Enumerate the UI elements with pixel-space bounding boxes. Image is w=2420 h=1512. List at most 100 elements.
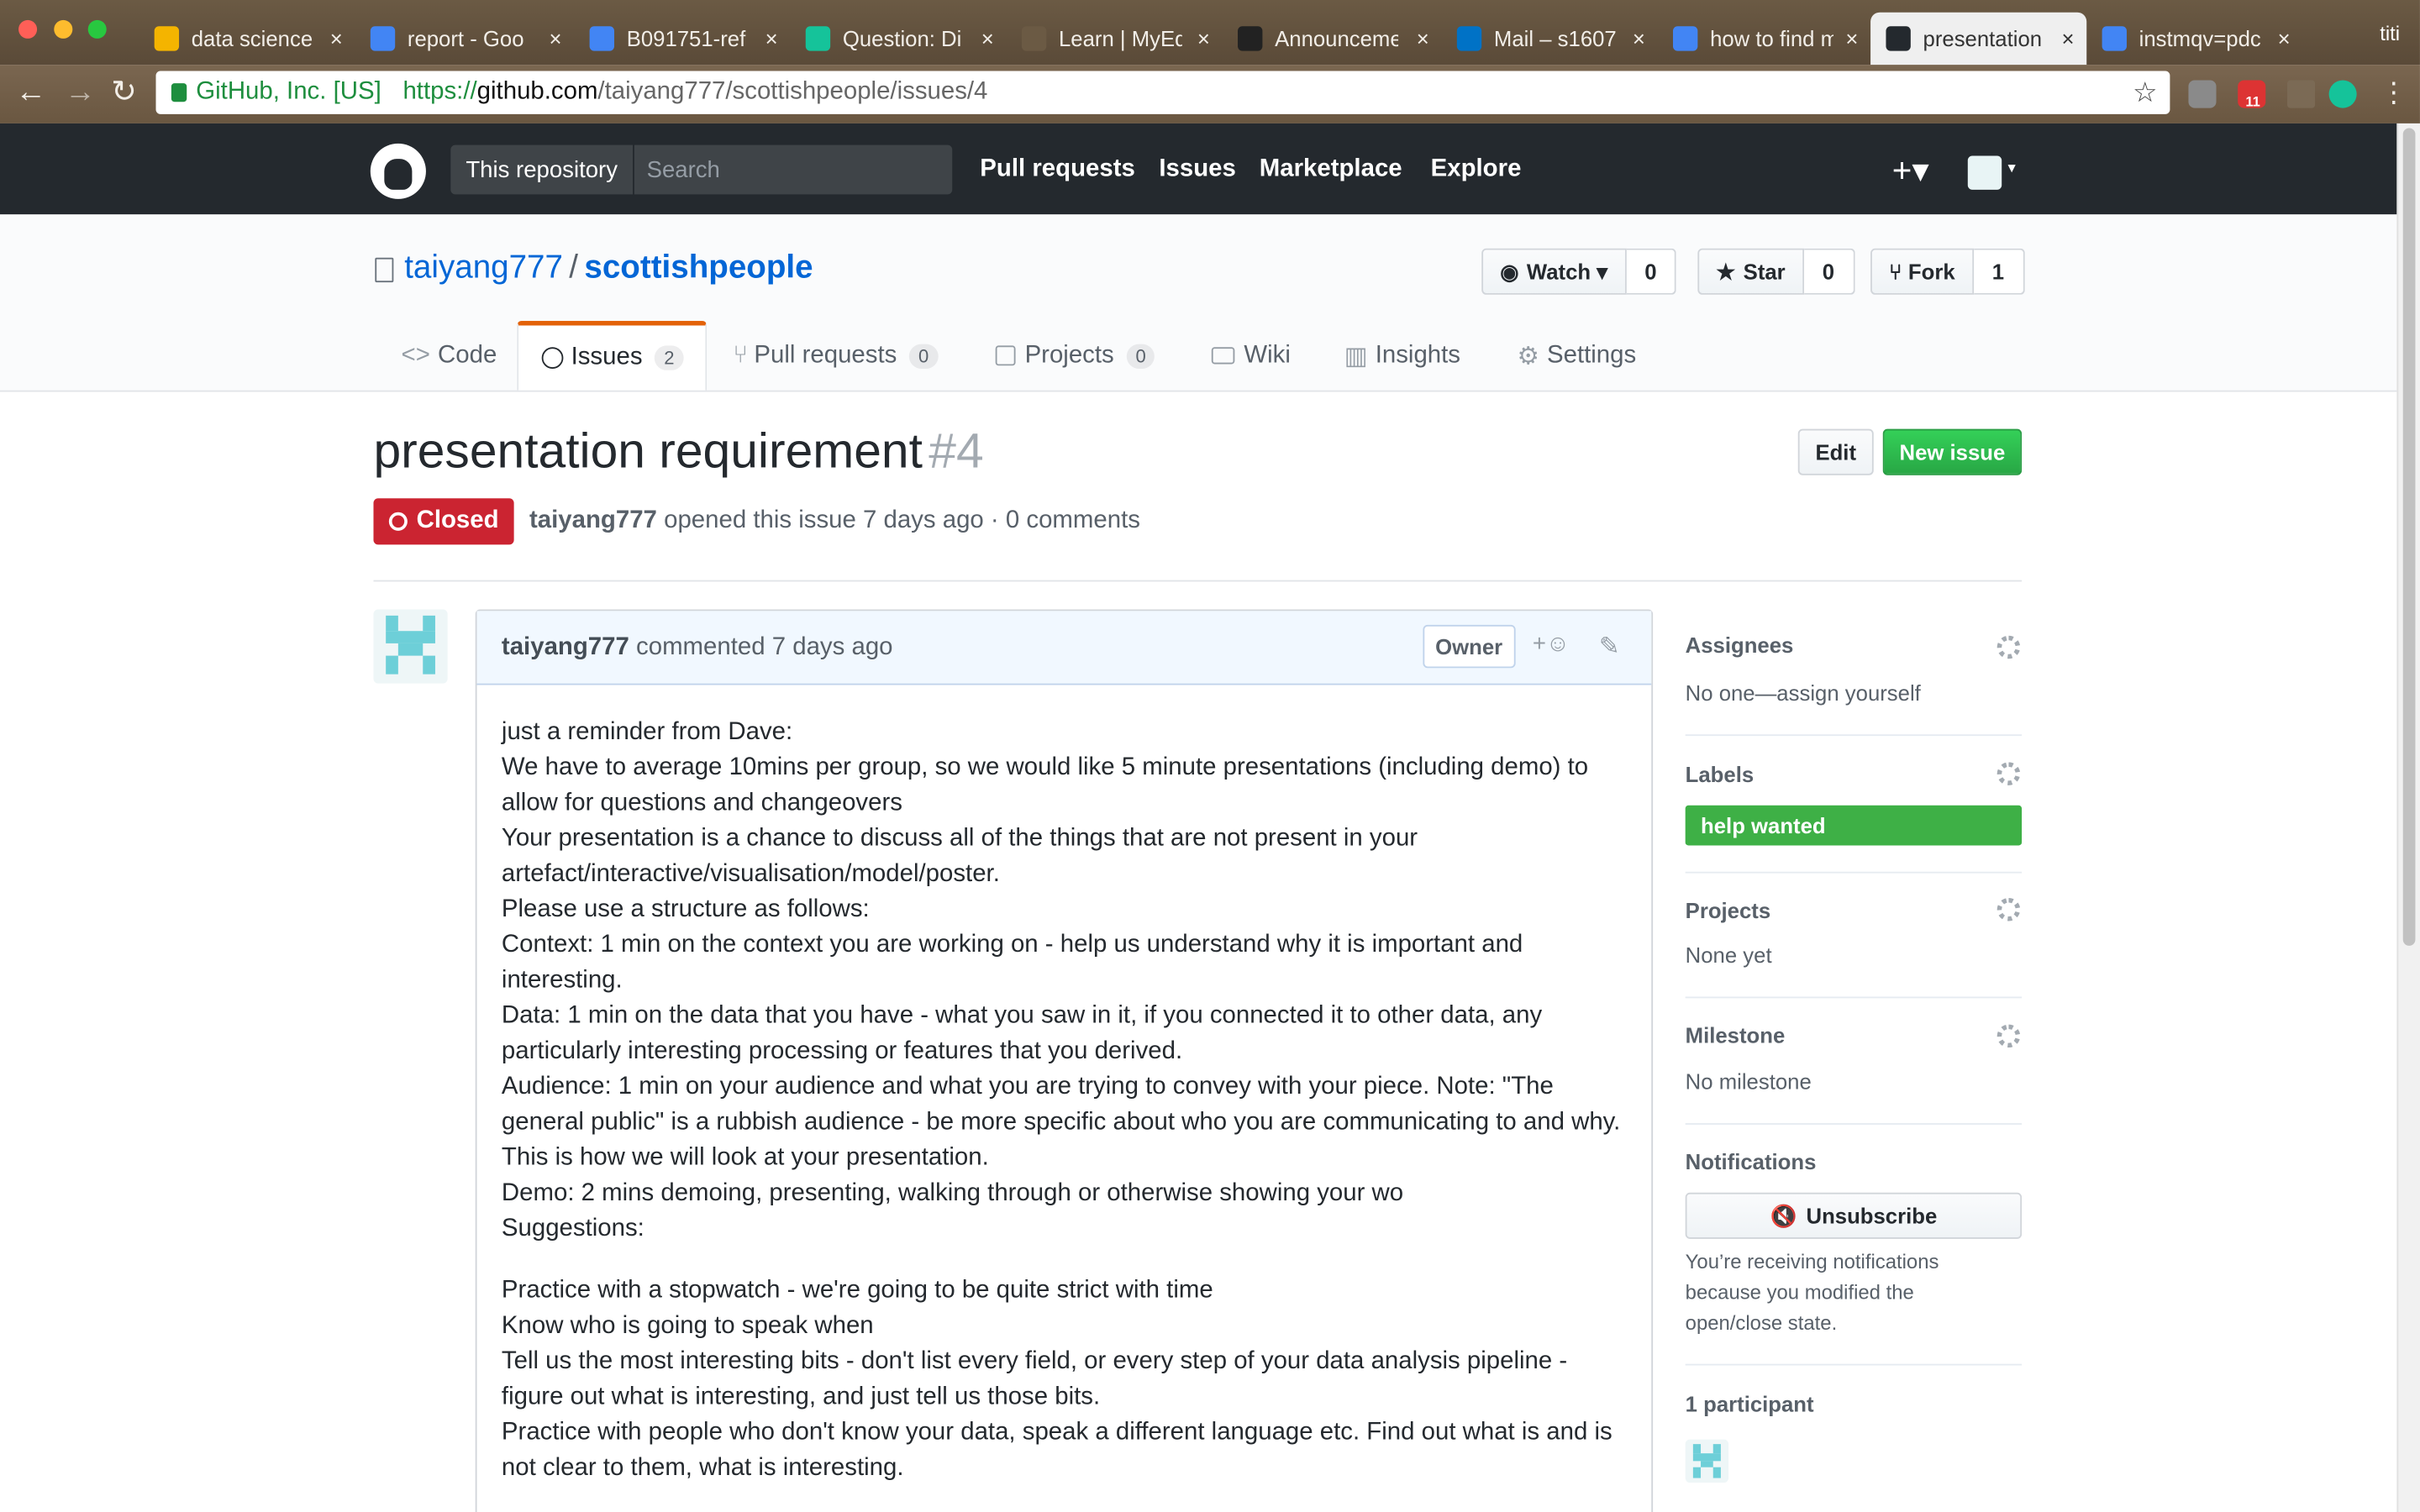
browser-tab[interactable]: report - Goo × — [355, 13, 574, 65]
fork-count[interactable]: 1 — [1973, 248, 2024, 295]
repo-name-link[interactable]: scottishpeople — [584, 250, 813, 286]
divider — [1685, 871, 2023, 874]
repo-separator: / — [569, 249, 579, 286]
tab-favicon-icon — [1021, 26, 1047, 51]
tab-wiki[interactable]: Wiki — [1211, 321, 1291, 391]
nav-explore[interactable]: Explore — [1431, 156, 1522, 184]
gear-icon[interactable] — [1996, 897, 2021, 921]
browser-tab[interactable]: data science × — [139, 13, 355, 65]
browser-tab[interactable]: Learn | MyEd × — [1007, 13, 1223, 65]
label-help-wanted[interactable]: help wanted — [1685, 805, 2023, 846]
tab-favicon-icon — [154, 26, 180, 51]
watch-count[interactable]: 0 — [1626, 248, 1677, 295]
graph-icon: ▥ — [1344, 343, 1368, 370]
tab-close-icon[interactable]: × — [1633, 26, 1645, 50]
scrollbar-thumb[interactable] — [2402, 128, 2416, 946]
tab-close-icon[interactable]: × — [1417, 26, 1429, 50]
pocket-extension-icon[interactable] — [2188, 80, 2217, 108]
search-input[interactable] — [634, 144, 953, 195]
repo-header — [0, 214, 2397, 392]
eye-icon: ◉ — [1500, 258, 1519, 284]
tab-pull-requests[interactable]: ⑂ Pull requests 0 — [733, 321, 939, 391]
browser-tab[interactable]: instmqv=pdc × — [2086, 13, 2302, 65]
zoom-window-button[interactable] — [87, 19, 107, 39]
tab-title: B091751-ref — [626, 26, 746, 51]
tab-close-icon[interactable]: × — [2278, 26, 2291, 50]
nav-issues[interactable]: Issues — [1159, 156, 1235, 184]
tab-close-icon[interactable]: × — [1845, 26, 1858, 50]
tab-favicon-icon — [1672, 26, 1698, 51]
create-new-icon[interactable]: +▾ — [1892, 151, 1929, 192]
browser-tab[interactable]: presentation × — [1870, 12, 2087, 66]
extension-badge-icon[interactable]: 11 — [2238, 80, 2266, 109]
tab-settings[interactable]: ⚙ Settings — [1517, 321, 1636, 391]
status-badge: Closed — [373, 498, 514, 545]
github-logo-icon[interactable] — [370, 143, 426, 199]
comment-line: We have to average 10mins per group, so … — [501, 754, 1589, 816]
comment-author-line: taiyang777 commented 7 days ago — [502, 634, 893, 662]
comment-timestamp[interactable]: commented 7 days ago — [636, 634, 892, 660]
search-scope-label[interactable]: This repository — [450, 144, 634, 195]
extension-icon[interactable] — [2286, 80, 2316, 108]
nav-marketplace[interactable]: Marketplace — [1260, 156, 1402, 184]
address-bar[interactable]: GitHub, Inc. [US] https://github.com/tai… — [155, 71, 2170, 114]
watch-button[interactable]: ◉ Watch ▾ — [1481, 248, 1627, 295]
url-path: /taiyang777/scottishpeople/issues/4 — [597, 78, 988, 105]
browser-tab[interactable]: B091751-ref × — [574, 13, 790, 65]
tab-close-icon[interactable]: × — [550, 26, 562, 50]
nav-pull-requests[interactable]: Pull requests — [980, 156, 1135, 184]
star-count[interactable]: 0 — [1803, 248, 1854, 295]
star-icon[interactable]: ☆ — [2133, 76, 2158, 109]
issue-author-link[interactable]: taiyang777 — [529, 507, 657, 533]
tab-issues[interactable]: Issues 2 — [517, 321, 708, 391]
tab-close-icon[interactable]: × — [330, 26, 343, 50]
back-icon[interactable]: ← — [15, 77, 46, 108]
repo-icon — [375, 257, 394, 283]
participant-avatar[interactable] — [1685, 1439, 1729, 1483]
secure-origin-label: GitHub, Inc. [US] — [196, 78, 381, 105]
tab-close-icon[interactable]: × — [2061, 26, 2074, 50]
milestone-value: No milestone — [1685, 1068, 1812, 1095]
browser-viewport: data science × report - Goo × B091751-ref × Qu… — [0, 0, 2420, 1512]
tab-close-icon[interactable]: × — [981, 26, 994, 50]
tab-projects[interactable]: Projects 0 — [995, 321, 1155, 391]
gear-icon[interactable] — [1996, 635, 2021, 659]
unsubscribe-button[interactable]: 🔇 Unsubscribe — [1685, 1192, 2023, 1239]
tab-close-icon[interactable]: × — [1197, 26, 1210, 50]
fork-button[interactable]: ⑂ Fork — [1870, 248, 1974, 295]
profile-label[interactable]: titi — [2380, 22, 2400, 45]
tab-close-icon[interactable]: × — [765, 26, 778, 50]
tab-title: instmqv=pdc — [2139, 26, 2261, 51]
comment-body: just a reminder from Dave: We have to ave… — [477, 685, 1652, 1511]
add-reaction-icon[interactable]: +☺ — [1533, 631, 1570, 657]
browser-tab[interactable]: Question: Di × — [790, 13, 1006, 65]
avatar[interactable] — [373, 609, 448, 684]
browser-tab[interactable]: Mail – s1607 × — [1441, 13, 1657, 65]
grammarly-icon[interactable] — [2328, 80, 2357, 108]
edit-pencil-icon[interactable]: ✎ — [1599, 631, 1620, 662]
chevron-down-icon[interactable]: ▾ — [2008, 160, 2016, 177]
comment-author-link[interactable]: taiyang777 — [502, 634, 629, 660]
new-issue-button[interactable]: New issue — [1882, 428, 2023, 475]
user-avatar[interactable] — [1967, 155, 2002, 190]
tab-title: Announceme — [1275, 26, 1399, 51]
tab-favicon-icon — [805, 26, 831, 51]
repo-owner-link[interactable]: taiyang777 — [404, 250, 563, 286]
close-window-button[interactable] — [18, 19, 38, 39]
star-button[interactable]: ★ Star — [1697, 248, 1804, 295]
menu-icon[interactable]: ⋮ — [2380, 77, 2407, 108]
forward-icon[interactable]: → — [65, 77, 96, 108]
edit-button[interactable]: Edit — [1797, 428, 1874, 475]
tab-code[interactable]: <> Code — [402, 321, 497, 391]
reload-icon[interactable]: ↻ — [111, 77, 137, 108]
page-scrollbar[interactable] — [2396, 123, 2420, 1512]
minimize-window-button[interactable] — [54, 19, 73, 39]
browser-tab[interactable]: Announceme × — [1223, 13, 1442, 65]
gear-icon[interactable] — [1996, 1024, 2021, 1048]
issue-title-text: presentation requirement — [373, 423, 923, 479]
gear-icon[interactable] — [1996, 762, 2021, 785]
assignees-value[interactable]: No one—assign yourself — [1686, 680, 1921, 705]
comment-paragraph: just a reminder from Dave: We have to ave… — [502, 714, 1627, 1247]
browser-tab[interactable]: how to find m × — [1658, 13, 1870, 65]
tab-insights[interactable]: ▥ Insights — [1344, 321, 1460, 391]
